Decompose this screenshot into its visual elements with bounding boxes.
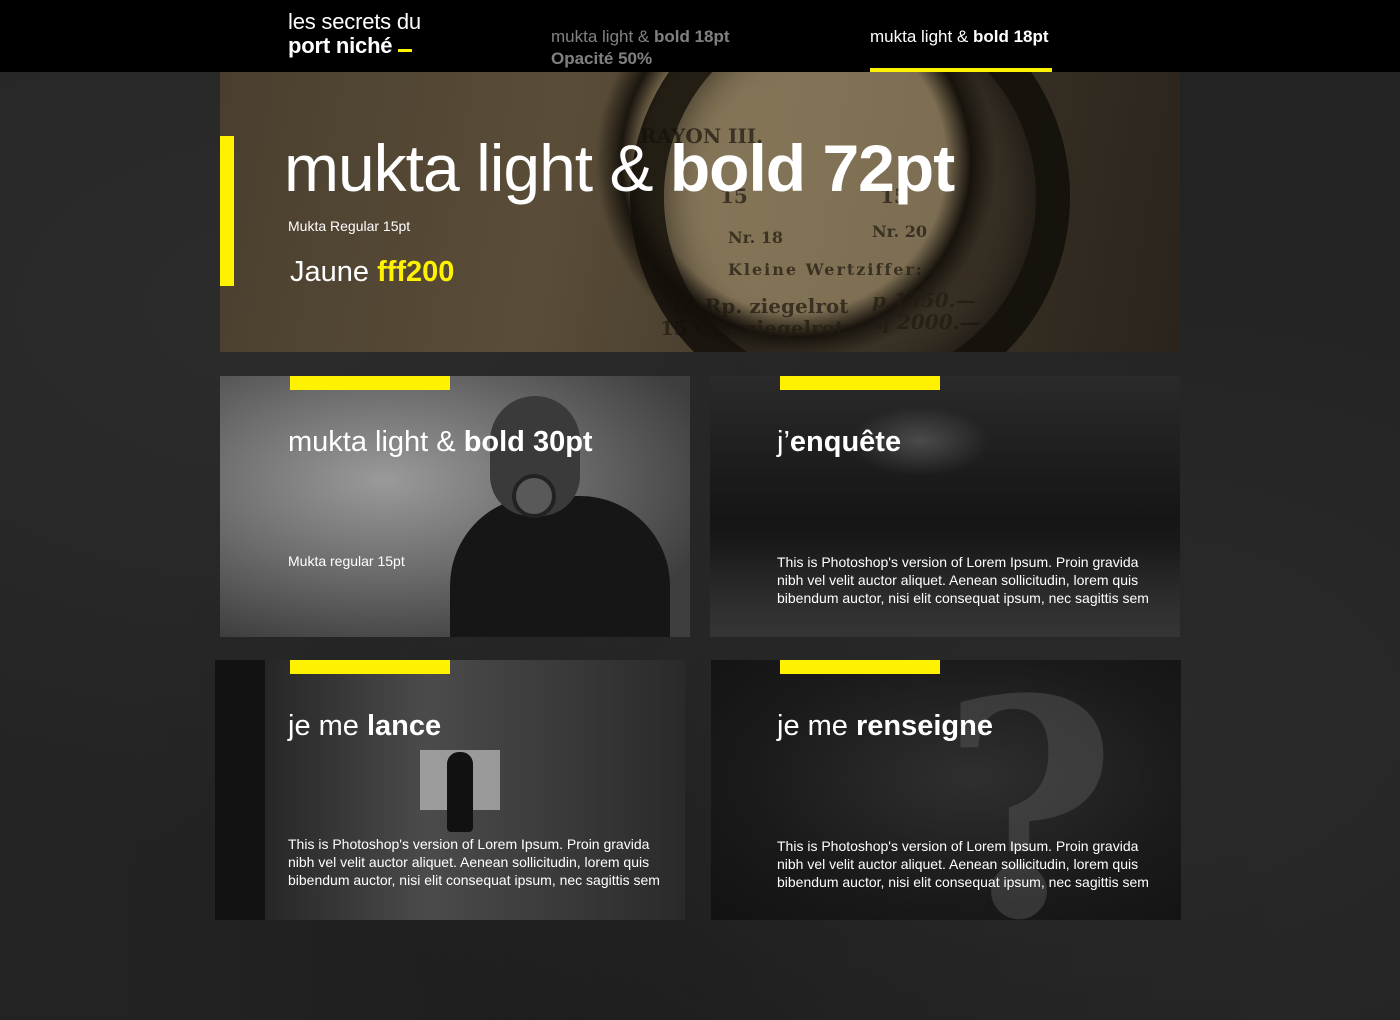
card-3-title-light: je me <box>288 710 367 742</box>
nav-dim-light: mukta light & <box>551 27 654 46</box>
top-navigation-bar: les secrets du port niché mukta light & … <box>0 0 1400 72</box>
card-1-title-bold: bold 30pt <box>463 426 593 458</box>
hero-color-hex: fff200 <box>377 256 455 288</box>
nav-dim-bold: bold 18pt <box>654 27 730 46</box>
hero-color-label: Jaune fff200 <box>290 256 454 289</box>
hero-title-bold: bold 72pt <box>669 131 955 205</box>
nav-active-light: mukta light & <box>870 27 973 46</box>
card-4-title-bold: renseigne <box>855 710 993 742</box>
card-3-accent-bar <box>290 660 450 674</box>
nav-item-dimmed[interactable]: mukta light & bold 18pt Opacité 50% <box>551 26 730 70</box>
magnifier-lens-image <box>512 474 556 518</box>
card-3-title-bold: lance <box>366 710 442 742</box>
hero-accent-bar <box>220 136 234 286</box>
card-2-accent-bar <box>780 376 940 390</box>
card-typography[interactable] <box>220 376 690 637</box>
magnifying-glass-image <box>630 72 1070 352</box>
card-2-title-bold: enquête <box>789 426 902 458</box>
logo-accent-dash <box>398 49 413 52</box>
card-4-accent-bar <box>780 660 940 674</box>
logo-line-2: port niché <box>288 34 421 58</box>
card-2-title-light: j’ <box>777 426 790 458</box>
nav-active-bold: bold 18pt <box>973 27 1049 46</box>
hero-title-light: mukta light & <box>284 131 670 205</box>
hallway-wall-image <box>215 660 265 920</box>
card-1-accent-bar <box>290 376 450 390</box>
card-3-title: je me lance <box>288 708 441 744</box>
site-logo[interactable]: les secrets du port niché <box>288 10 421 58</box>
nav-item-active[interactable]: mukta light & bold 18pt <box>870 26 1052 72</box>
logo-line-2-text: port niché <box>288 33 393 58</box>
nav-dim-sub: Opacité 50% <box>551 49 653 68</box>
card-4-title-light: je me <box>777 710 856 742</box>
card-2-body: This is Photoshop's version of Lorem Ips… <box>777 554 1149 606</box>
card-1-title: mukta light & bold 30pt <box>288 424 593 460</box>
card-1-title-light: mukta light & <box>288 426 464 458</box>
card-4-body: This is Photoshop's version of Lorem Ips… <box>777 838 1149 890</box>
card-3-body: This is Photoshop's version of Lorem Ips… <box>288 836 660 888</box>
hero-title: mukta light & bold 72pt <box>284 128 955 208</box>
hero-color-text: Jaune <box>290 256 378 288</box>
hero-banner: RAYON III. 15 15 Nr. 18 Nr. 20 Kleine We… <box>220 72 1180 352</box>
card-1-body: Mukta regular 15pt <box>288 553 405 569</box>
logo-line-1: les secrets du <box>288 9 421 34</box>
card-2-title: j’enquête <box>777 424 901 460</box>
card-4-title: je me renseigne <box>777 708 993 744</box>
walking-person-image <box>447 752 473 832</box>
hero-subtitle: Mukta Regular 15pt <box>288 218 411 234</box>
